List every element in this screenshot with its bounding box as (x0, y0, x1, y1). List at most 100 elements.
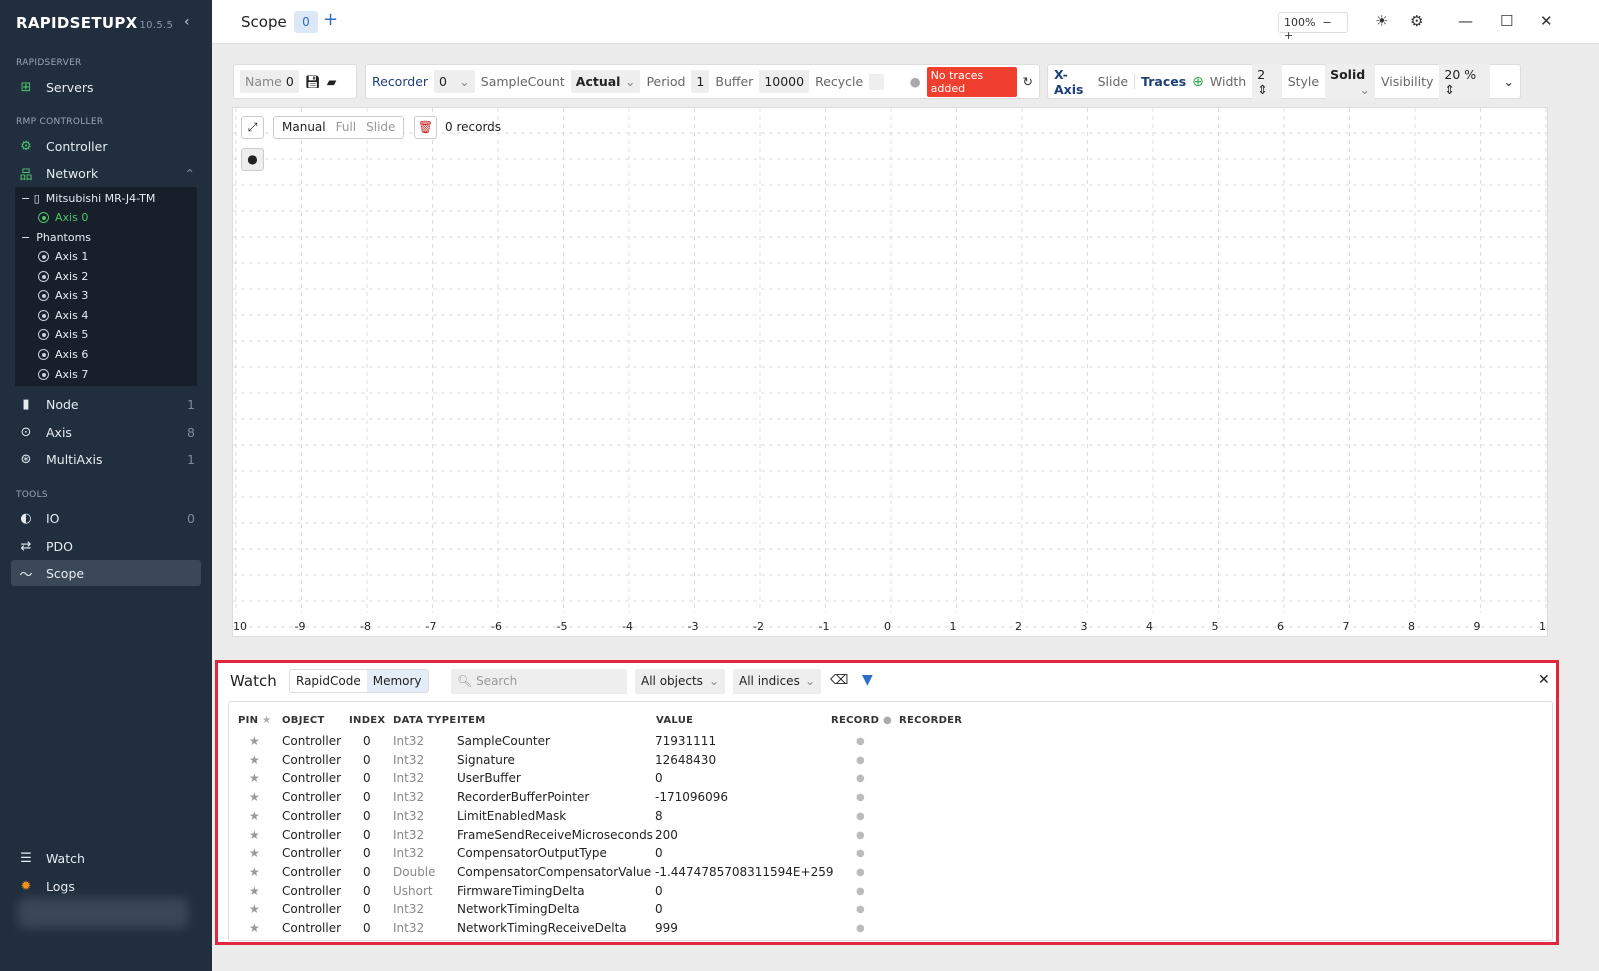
cell-value[interactable]: -171096096 (655, 790, 728, 804)
pin-star-icon[interactable]: ★ (249, 865, 260, 879)
sidebar-item-io[interactable]: ◐ IO 0 (11, 505, 201, 531)
col-datatype[interactable]: DATA TYPE (393, 715, 456, 726)
tree-phantoms[interactable]: − Phantoms (21, 231, 91, 244)
sidebar-item-servers[interactable]: ⊞ Servers (11, 74, 201, 100)
table-row[interactable]: ★ Controller 0 Ushort FirmwareTimingDelt… (229, 884, 1552, 902)
mode-full[interactable]: Full (336, 120, 357, 135)
tree-axis[interactable]: Axis 7 (38, 368, 88, 381)
table-row[interactable]: ★ Controller 0 Int32 SampleCounter 71931… (229, 734, 1552, 752)
buffer-input[interactable]: 10000 (759, 70, 810, 93)
delete-records-button[interactable]: 🗑︎ (414, 116, 437, 139)
chevron-down-icon[interactable]: ⌄ (1504, 74, 1514, 89)
pin-star-icon[interactable]: ★ (249, 902, 260, 916)
table-row[interactable]: ★ Controller 0 Int32 NetworkTimingReceiv… (229, 921, 1552, 939)
col-pin[interactable]: PIN ★ (238, 715, 271, 726)
sidebar-item-multiaxis[interactable]: ⊛ MultiAxis 1 (11, 446, 201, 472)
tree-axis[interactable]: Axis 1 (38, 250, 88, 263)
sidebar-item-watch[interactable]: ☰ Watch (11, 845, 201, 871)
tree-axis[interactable]: Axis 5 (38, 328, 88, 341)
record-button[interactable]: ● (241, 148, 264, 171)
table-row[interactable]: ★ Controller 0 Int32 UserBuffer 0 ● (229, 771, 1552, 789)
table-row[interactable]: ★ Controller 0 Int32 CompensatorOutputTy… (229, 846, 1552, 864)
indices-select[interactable]: All indices ⌄ (733, 669, 821, 694)
record-dot-icon[interactable]: ● (856, 886, 865, 897)
objects-select[interactable]: All objects ⌄ (635, 669, 725, 694)
record-dot-icon[interactable]: ● (856, 792, 865, 803)
folder-open-icon[interactable]: ▰ (327, 74, 337, 89)
maximize-button[interactable]: ☐ (1500, 12, 1513, 30)
record-dot-icon[interactable]: ● (856, 867, 865, 878)
refresh-icon[interactable]: ↻ (1023, 74, 1033, 89)
cell-value[interactable]: -1.4474785708311594E+259 (655, 865, 833, 879)
fit-view-button[interactable]: ⤢ (241, 116, 264, 139)
record-dot-icon[interactable]: ● (856, 736, 865, 747)
table-row[interactable]: ★ Controller 0 Double CompensatorCompens… (229, 865, 1552, 883)
search-input[interactable]: 🔍︎ Search (451, 669, 627, 694)
style-select[interactable]: Solid ⌄ (1325, 62, 1376, 101)
tree-axis[interactable]: Axis 3 (38, 289, 88, 302)
record-dot-icon[interactable]: ● (856, 830, 865, 841)
record-dot-icon[interactable]: ● (856, 755, 865, 766)
table-row[interactable]: ★ Controller 0 Int32 LimitEnabledMask 8 … (229, 809, 1552, 827)
cell-value[interactable]: 0 (655, 902, 663, 916)
filter-icon[interactable]: ▼ (862, 672, 873, 688)
cell-value[interactable]: 999 (655, 921, 678, 935)
width-stepper[interactable]: 2 ⇕ (1252, 62, 1282, 101)
cell-value[interactable]: 71931111 (655, 734, 716, 748)
sidebar-item-controller[interactable]: ⚙ Controller (11, 133, 201, 159)
sidebar-item-axis[interactable]: ⊙ Axis 8 (11, 419, 201, 445)
sidebar-item-logs[interactable]: ✹ Logs (11, 873, 201, 899)
record-dot-icon[interactable]: ● (856, 904, 865, 915)
cell-value[interactable]: 0 (655, 846, 663, 860)
add-trace-icon[interactable]: ⊕ (1192, 74, 1204, 90)
add-tab-button[interactable]: + (323, 9, 338, 30)
tab-memory[interactable]: Memory (366, 670, 428, 692)
name-field[interactable]: Name 0 (240, 70, 299, 93)
col-object[interactable]: OBJECT (282, 715, 325, 726)
table-row[interactable]: ★ Controller 0 Int32 FrameSendReceiveMic… (229, 828, 1552, 846)
pin-star-icon[interactable]: ★ (249, 790, 260, 804)
tree-device[interactable]: − ▯ Mitsubishi MR-J4-TM (21, 192, 155, 205)
pin-star-icon[interactable]: ★ (249, 771, 260, 785)
cell-value[interactable]: 0 (655, 884, 663, 898)
theme-icon[interactable]: ☀ (1375, 12, 1388, 30)
minimize-button[interactable]: — (1458, 12, 1473, 30)
mode-slide[interactable]: Slide (366, 120, 395, 135)
clear-filter-icon[interactable]: ⌫ (830, 673, 848, 688)
sidebar-item-node[interactable]: ▮ Node 1 (11, 391, 201, 417)
tree-axis[interactable]: Axis 4 (38, 309, 88, 322)
pin-star-icon[interactable]: ★ (249, 846, 260, 860)
col-value[interactable]: VALUE (656, 715, 693, 726)
sidebar-item-pdo[interactable]: ⇄ PDO (11, 533, 201, 559)
gear-icon[interactable]: ⚙ (1410, 12, 1423, 30)
record-dot-icon[interactable]: ● (856, 811, 865, 822)
tree-axis-0[interactable]: Axis 0 (38, 211, 88, 224)
scope-tab[interactable]: 0 (294, 11, 318, 33)
record-dot-icon[interactable]: ● (856, 773, 865, 784)
tree-axis[interactable]: Axis 2 (38, 270, 88, 283)
xaxis-mode[interactable]: Slide (1098, 74, 1129, 89)
pin-star-icon[interactable]: ★ (249, 753, 260, 767)
pin-star-icon[interactable]: ★ (249, 734, 260, 748)
recorder-select[interactable]: 0 ⌄ (434, 70, 475, 93)
col-item[interactable]: ITEM (457, 715, 486, 726)
table-row[interactable]: ★ Controller 0 Int32 NetworkTimingDelta … (229, 902, 1552, 920)
record-dot-icon[interactable]: ● (856, 923, 865, 934)
table-row[interactable]: ★ Controller 0 Int32 Signature 12648430 … (229, 753, 1552, 771)
mode-manual[interactable]: Manual (282, 120, 326, 135)
sidebar-item-network[interactable]: 品 Network ⌃ (11, 160, 201, 186)
pin-star-icon[interactable]: ★ (249, 809, 260, 823)
cell-value[interactable]: 12648430 (655, 753, 716, 767)
col-index[interactable]: INDEX (349, 715, 385, 726)
recycle-checkbox[interactable] (869, 73, 884, 90)
period-input[interactable]: 1 (691, 70, 710, 93)
pin-star-icon[interactable]: ★ (249, 921, 260, 935)
record-dot-icon[interactable]: ● (856, 848, 865, 859)
scope-chart[interactable]: ⤢ Manual Full Slide 🗑︎ 0 records ● 10 -9-… (232, 107, 1549, 637)
col-record[interactable]: RECORD ● (831, 715, 892, 726)
tab-rapidcode[interactable]: RapidCode (290, 670, 367, 692)
pin-star-icon[interactable]: ★ (249, 884, 260, 898)
cell-value[interactable]: 200 (655, 828, 678, 842)
close-button[interactable]: ✕ (1540, 12, 1553, 30)
close-watch-button[interactable]: ✕ (1538, 672, 1550, 688)
